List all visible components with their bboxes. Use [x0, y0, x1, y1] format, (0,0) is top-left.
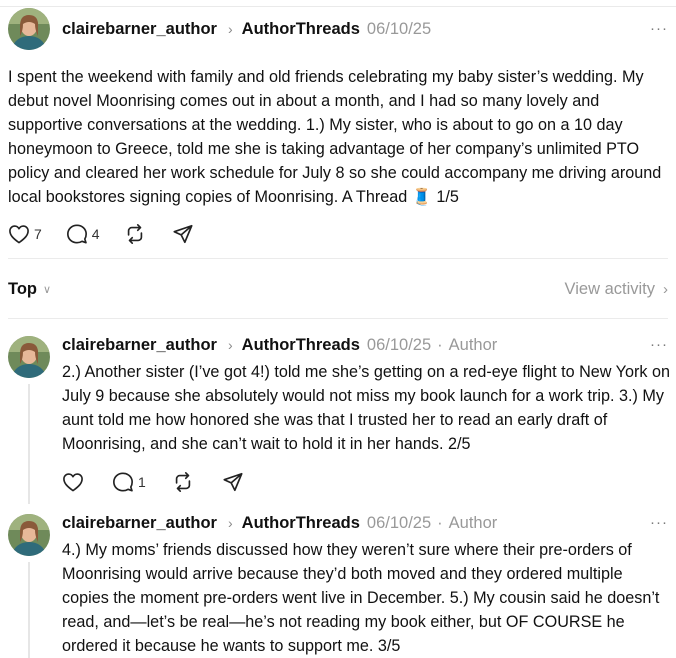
chevron-down-icon: ∨	[43, 283, 52, 296]
reply-count: 1	[138, 474, 146, 490]
username[interactable]: clairebarner_author	[62, 20, 217, 39]
reply-actions: 1	[62, 470, 244, 494]
community-name[interactable]: AuthorThreads	[242, 20, 360, 39]
thread-line	[28, 384, 30, 504]
repost-button[interactable]	[172, 471, 194, 493]
comment-icon	[113, 472, 133, 492]
avatar-image	[8, 514, 50, 556]
reply-header: clairebarner_author › AuthorThreads 06/1…	[62, 511, 497, 535]
author-badge: Author	[448, 513, 498, 532]
thread-line	[28, 562, 30, 658]
reply-date: 06/10/25	[366, 513, 432, 532]
chevron-right-icon: ›	[227, 21, 233, 37]
divider	[8, 318, 668, 319]
sort-label: Top	[8, 279, 38, 298]
chevron-right-icon: ›	[227, 337, 233, 353]
author-badge: Author	[448, 335, 498, 354]
avatar-image	[8, 8, 50, 50]
send-icon	[223, 472, 243, 492]
heart-icon	[63, 473, 83, 492]
repost-button[interactable]	[124, 223, 146, 245]
separator-dot: ·	[437, 335, 443, 354]
avatar-image	[8, 336, 50, 378]
avatar[interactable]	[8, 8, 50, 50]
avatar[interactable]	[8, 514, 50, 556]
heart-icon	[9, 225, 29, 244]
repost-icon	[127, 224, 142, 244]
chevron-right-icon: ›	[227, 515, 233, 531]
sort-bar: Top ∨ View activity ›	[8, 277, 668, 301]
community-name[interactable]: AuthorThreads	[242, 514, 360, 533]
view-activity-label: View activity	[564, 279, 655, 298]
more-options-icon[interactable]: ···	[650, 336, 668, 353]
top-border	[0, 6, 676, 7]
separator-dot: ·	[437, 513, 443, 532]
post-header: clairebarner_author › AuthorThreads 06/1…	[62, 17, 431, 41]
reply-button[interactable]: 1	[112, 471, 146, 493]
share-button[interactable]	[222, 471, 244, 493]
more-options-icon[interactable]: ···	[650, 20, 668, 37]
reply-text: 2.) Another sister (I’ve got 4!) told me…	[62, 363, 670, 453]
reply-date: 06/10/25	[366, 335, 432, 354]
reply-header: clairebarner_author › AuthorThreads 06/1…	[62, 333, 497, 357]
post-date: 06/10/25	[366, 19, 432, 38]
reply-button[interactable]: 4	[66, 223, 100, 245]
view-activity-link[interactable]: View activity ›	[565, 280, 668, 299]
comment-icon	[66, 224, 87, 244]
avatar[interactable]	[8, 336, 50, 378]
community-name[interactable]: AuthorThreads	[242, 336, 360, 355]
like-count: 7	[34, 226, 42, 242]
send-icon	[173, 224, 193, 244]
like-button[interactable]: 7	[8, 224, 42, 244]
username[interactable]: clairebarner_author	[62, 336, 217, 355]
share-button[interactable]	[172, 223, 194, 245]
divider	[8, 258, 668, 259]
username[interactable]: clairebarner_author	[62, 514, 217, 533]
like-button[interactable]	[62, 472, 84, 492]
post-text: I spent the weekend with family and old …	[8, 68, 662, 206]
reply-text: 4.) My moms’ friends discussed how they …	[62, 541, 660, 655]
repost-icon	[175, 472, 191, 492]
chevron-right-icon: ›	[663, 280, 668, 298]
more-options-icon[interactable]: ···	[650, 514, 668, 531]
reply-count: 4	[91, 226, 100, 242]
sort-dropdown[interactable]: Top ∨	[8, 280, 51, 299]
post-actions: 7 4	[8, 222, 194, 246]
